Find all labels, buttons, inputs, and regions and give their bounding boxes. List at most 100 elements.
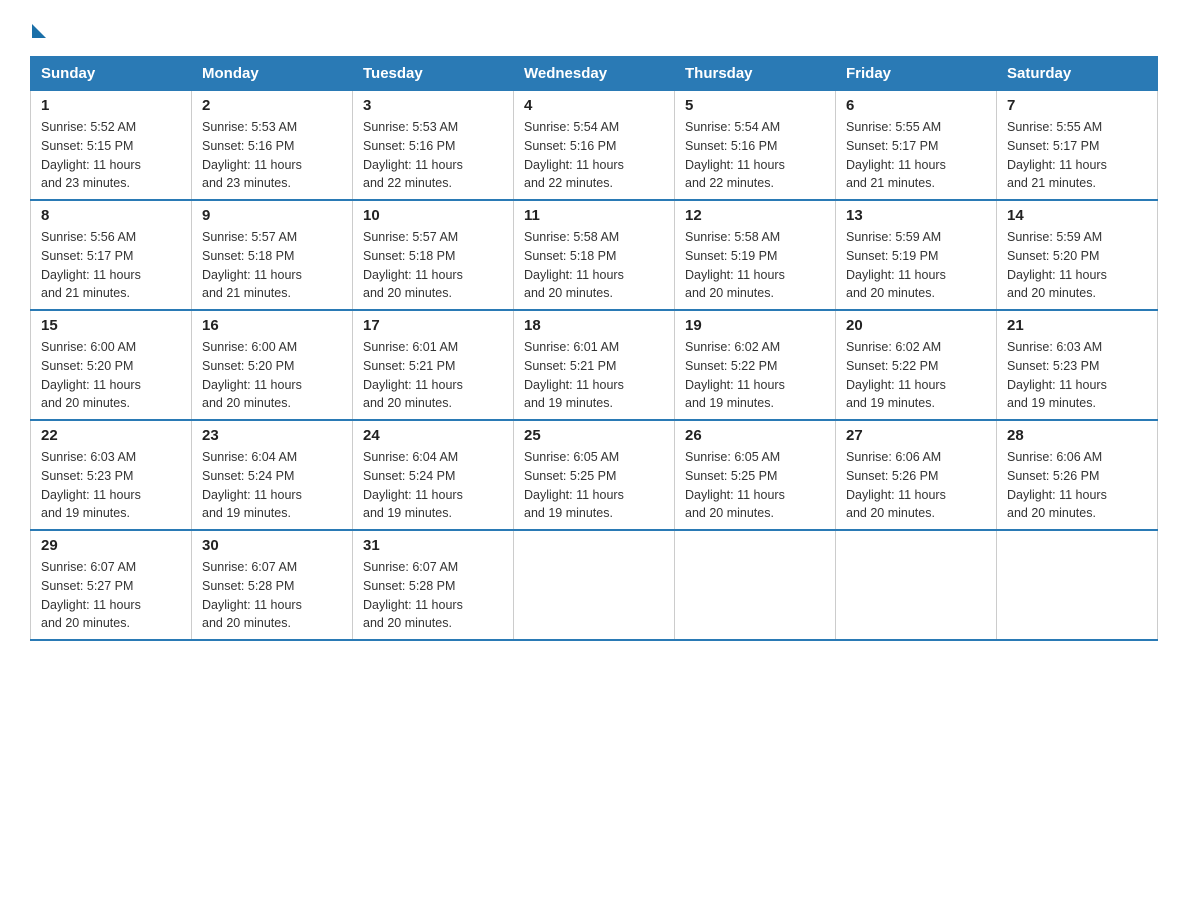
table-row: 31 Sunrise: 6:07 AMSunset: 5:28 PMDayligh… <box>353 530 514 640</box>
day-detail: Sunrise: 5:54 AMSunset: 5:16 PMDaylight:… <box>685 118 825 193</box>
calendar-week-row: 1 Sunrise: 5:52 AMSunset: 5:15 PMDaylight… <box>31 91 1158 201</box>
day-detail: Sunrise: 6:02 AMSunset: 5:22 PMDaylight:… <box>685 338 825 413</box>
table-row: 12 Sunrise: 5:58 AMSunset: 5:19 PMDayligh… <box>675 200 836 310</box>
day-detail: Sunrise: 6:04 AMSunset: 5:24 PMDaylight:… <box>202 448 342 523</box>
table-row: 26 Sunrise: 6:05 AMSunset: 5:25 PMDayligh… <box>675 420 836 530</box>
day-number: 17 <box>363 317 503 334</box>
table-row: 19Sunrise: 6:02 AMSunset: 5:22 PMDayligh… <box>675 310 836 420</box>
table-row: 25 Sunrise: 6:05 AMSunset: 5:25 PMDayligh… <box>514 420 675 530</box>
table-row: 20 Sunrise: 6:02 AMSunset: 5:22 PMDayligh… <box>836 310 997 420</box>
col-thursday: Thursday <box>675 57 836 91</box>
col-wednesday: Wednesday <box>514 57 675 91</box>
day-detail: Sunrise: 6:06 AMSunset: 5:26 PMDaylight:… <box>1007 448 1147 523</box>
day-detail: Sunrise: 6:06 AMSunset: 5:26 PMDaylight:… <box>846 448 986 523</box>
table-row: 18 Sunrise: 6:01 AMSunset: 5:21 PMDayligh… <box>514 310 675 420</box>
table-row: 30 Sunrise: 6:07 AMSunset: 5:28 PMDayligh… <box>192 530 353 640</box>
day-detail: Sunrise: 5:58 AMSunset: 5:18 PMDaylight:… <box>524 228 664 303</box>
table-row: 23 Sunrise: 6:04 AMSunset: 5:24 PMDayligh… <box>192 420 353 530</box>
col-tuesday: Tuesday <box>353 57 514 91</box>
col-monday: Monday <box>192 57 353 91</box>
day-number: 16 <box>202 317 342 334</box>
table-row: 24Sunrise: 6:04 AMSunset: 5:24 PMDayligh… <box>353 420 514 530</box>
day-detail: Sunrise: 5:53 AMSunset: 5:16 PMDaylight:… <box>363 118 503 193</box>
day-detail: Sunrise: 5:58 AMSunset: 5:19 PMDaylight:… <box>685 228 825 303</box>
day-detail: Sunrise: 6:01 AMSunset: 5:21 PMDaylight:… <box>524 338 664 413</box>
table-row: 29 Sunrise: 6:07 AMSunset: 5:27 PMDayligh… <box>31 530 192 640</box>
table-row: 6 Sunrise: 5:55 AMSunset: 5:17 PMDaylight… <box>836 91 997 201</box>
day-number: 9 <box>202 207 342 224</box>
calendar-week-row: 8 Sunrise: 5:56 AMSunset: 5:17 PMDaylight… <box>31 200 1158 310</box>
day-number: 11 <box>524 207 664 224</box>
table-row <box>675 530 836 640</box>
day-detail: Sunrise: 5:54 AMSunset: 5:16 PMDaylight:… <box>524 118 664 193</box>
table-row: 3 Sunrise: 5:53 AMSunset: 5:16 PMDaylight… <box>353 91 514 201</box>
day-number: 2 <box>202 97 342 114</box>
table-row: 28 Sunrise: 6:06 AMSunset: 5:26 PMDayligh… <box>997 420 1158 530</box>
table-row: 1 Sunrise: 5:52 AMSunset: 5:15 PMDaylight… <box>31 91 192 201</box>
calendar-week-row: 15Sunrise: 6:00 AMSunset: 5:20 PMDayligh… <box>31 310 1158 420</box>
day-number: 13 <box>846 207 986 224</box>
table-row: 14 Sunrise: 5:59 AMSunset: 5:20 PMDayligh… <box>997 200 1158 310</box>
col-friday: Friday <box>836 57 997 91</box>
day-detail: Sunrise: 5:59 AMSunset: 5:20 PMDaylight:… <box>1007 228 1147 303</box>
table-row: 7Sunrise: 5:55 AMSunset: 5:17 PMDaylight… <box>997 91 1158 201</box>
calendar-week-row: 29 Sunrise: 6:07 AMSunset: 5:27 PMDayligh… <box>31 530 1158 640</box>
day-number: 5 <box>685 97 825 114</box>
day-detail: Sunrise: 5:55 AMSunset: 5:17 PMDaylight:… <box>846 118 986 193</box>
day-detail: Sunrise: 6:03 AMSunset: 5:23 PMDaylight:… <box>1007 338 1147 413</box>
day-number: 20 <box>846 317 986 334</box>
day-detail: Sunrise: 5:56 AMSunset: 5:17 PMDaylight:… <box>41 228 181 303</box>
calendar-header-row: Sunday Monday Tuesday Wednesday Thursday… <box>31 57 1158 91</box>
day-detail: Sunrise: 6:00 AMSunset: 5:20 PMDaylight:… <box>202 338 342 413</box>
day-number: 1 <box>41 97 181 114</box>
day-number: 8 <box>41 207 181 224</box>
table-row: 4 Sunrise: 5:54 AMSunset: 5:16 PMDaylight… <box>514 91 675 201</box>
table-row <box>836 530 997 640</box>
day-number: 23 <box>202 427 342 444</box>
col-saturday: Saturday <box>997 57 1158 91</box>
table-row: 11 Sunrise: 5:58 AMSunset: 5:18 PMDayligh… <box>514 200 675 310</box>
logo <box>30 20 46 38</box>
table-row: 17Sunrise: 6:01 AMSunset: 5:21 PMDayligh… <box>353 310 514 420</box>
day-number: 31 <box>363 537 503 554</box>
table-row: 16 Sunrise: 6:00 AMSunset: 5:20 PMDayligh… <box>192 310 353 420</box>
day-detail: Sunrise: 6:05 AMSunset: 5:25 PMDaylight:… <box>685 448 825 523</box>
day-detail: Sunrise: 5:59 AMSunset: 5:19 PMDaylight:… <box>846 228 986 303</box>
table-row: 8 Sunrise: 5:56 AMSunset: 5:17 PMDaylight… <box>31 200 192 310</box>
logo-triangle-icon <box>32 24 46 38</box>
day-number: 18 <box>524 317 664 334</box>
day-detail: Sunrise: 6:07 AMSunset: 5:28 PMDaylight:… <box>202 558 342 633</box>
day-detail: Sunrise: 5:52 AMSunset: 5:15 PMDaylight:… <box>41 118 181 193</box>
day-number: 14 <box>1007 207 1147 224</box>
col-sunday: Sunday <box>31 57 192 91</box>
table-row: 15Sunrise: 6:00 AMSunset: 5:20 PMDayligh… <box>31 310 192 420</box>
day-number: 25 <box>524 427 664 444</box>
day-detail: Sunrise: 6:07 AMSunset: 5:28 PMDaylight:… <box>363 558 503 633</box>
day-detail: Sunrise: 6:07 AMSunset: 5:27 PMDaylight:… <box>41 558 181 633</box>
day-number: 7 <box>1007 97 1147 114</box>
day-detail: Sunrise: 6:00 AMSunset: 5:20 PMDaylight:… <box>41 338 181 413</box>
day-detail: Sunrise: 6:05 AMSunset: 5:25 PMDaylight:… <box>524 448 664 523</box>
day-number: 28 <box>1007 427 1147 444</box>
day-number: 6 <box>846 97 986 114</box>
day-detail: Sunrise: 6:02 AMSunset: 5:22 PMDaylight:… <box>846 338 986 413</box>
calendar-week-row: 22Sunrise: 6:03 AMSunset: 5:23 PMDayligh… <box>31 420 1158 530</box>
day-number: 30 <box>202 537 342 554</box>
day-number: 21 <box>1007 317 1147 334</box>
table-row: 13 Sunrise: 5:59 AMSunset: 5:19 PMDayligh… <box>836 200 997 310</box>
day-number: 27 <box>846 427 986 444</box>
day-number: 29 <box>41 537 181 554</box>
table-row: 2Sunrise: 5:53 AMSunset: 5:16 PMDaylight… <box>192 91 353 201</box>
table-row <box>514 530 675 640</box>
calendar-table: Sunday Monday Tuesday Wednesday Thursday… <box>30 56 1158 641</box>
day-number: 4 <box>524 97 664 114</box>
day-number: 12 <box>685 207 825 224</box>
table-row <box>997 530 1158 640</box>
day-detail: Sunrise: 6:03 AMSunset: 5:23 PMDaylight:… <box>41 448 181 523</box>
day-number: 26 <box>685 427 825 444</box>
table-row: 22Sunrise: 6:03 AMSunset: 5:23 PMDayligh… <box>31 420 192 530</box>
table-row: 10Sunrise: 5:57 AMSunset: 5:18 PMDayligh… <box>353 200 514 310</box>
day-number: 3 <box>363 97 503 114</box>
page-header <box>30 20 1158 38</box>
table-row: 9Sunrise: 5:57 AMSunset: 5:18 PMDaylight… <box>192 200 353 310</box>
